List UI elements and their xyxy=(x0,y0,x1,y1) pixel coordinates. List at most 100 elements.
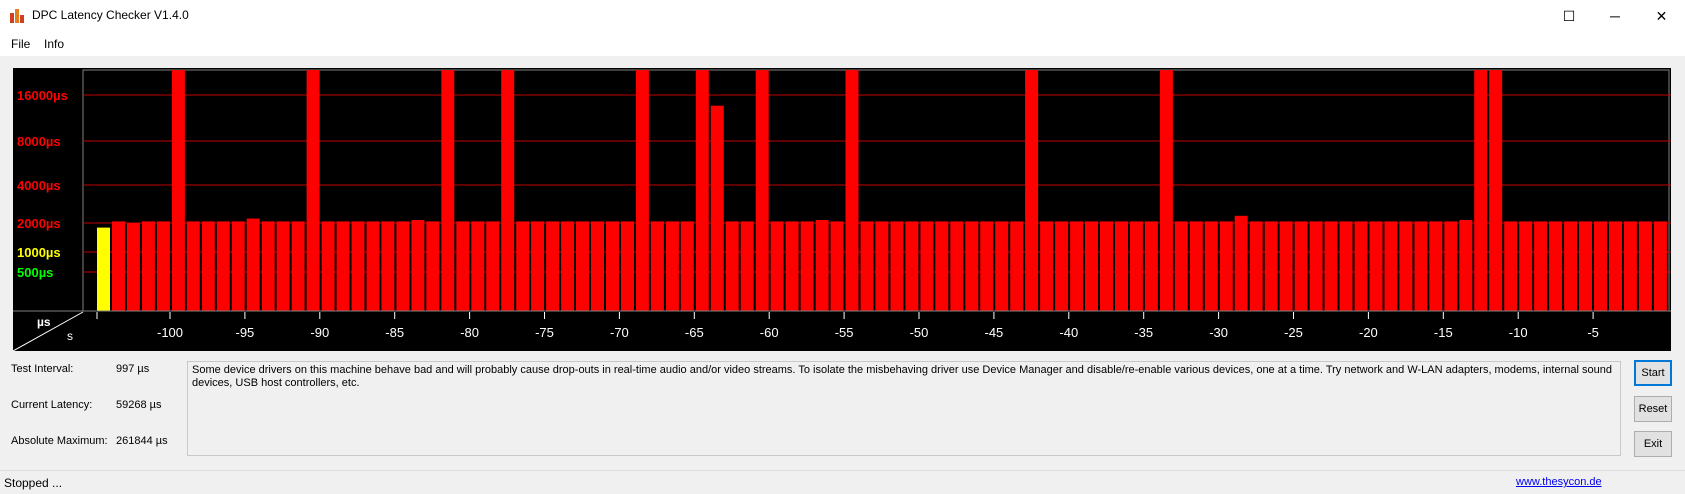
latency-bar xyxy=(995,221,1009,311)
minimize-icon: ─ xyxy=(1610,8,1620,24)
latency-bar xyxy=(695,70,709,311)
latency-bar xyxy=(351,221,365,311)
current-latency-label: Current Latency: xyxy=(11,399,93,411)
x-tick-label: -70 xyxy=(610,325,629,340)
latency-bar xyxy=(546,221,560,311)
latency-bar xyxy=(1040,221,1054,311)
maximize-icon: ☐ xyxy=(1562,7,1576,24)
latency-bar xyxy=(1189,221,1203,311)
close-button[interactable]: ✕ xyxy=(1638,0,1685,32)
x-tick-label: -5 xyxy=(1587,325,1599,340)
latency-bar xyxy=(905,221,919,311)
latency-bar xyxy=(1369,221,1383,311)
latency-chart: 16000µs 8000µs 4000µs 2000µs 1000µs 500µs µs s -… xyxy=(12,69,1671,352)
y-axis-label: 4000µs xyxy=(17,178,61,193)
menu-info[interactable]: Info xyxy=(44,37,64,51)
latency-bar xyxy=(770,221,784,311)
latency-bar xyxy=(306,70,320,311)
reset-button[interactable]: Reset xyxy=(1634,396,1672,422)
x-tick-label: -50 xyxy=(910,325,929,340)
corner-unit-bottom: s xyxy=(67,329,73,343)
latency-bar xyxy=(621,221,634,311)
latency-bar xyxy=(860,221,874,311)
latency-bar xyxy=(1399,221,1413,311)
latency-bar xyxy=(1264,221,1278,311)
latency-bar xyxy=(246,218,260,311)
latency-bar xyxy=(1129,221,1143,311)
latency-bar xyxy=(1519,221,1533,311)
latency-bar xyxy=(1339,221,1353,311)
latency-bar xyxy=(156,221,170,311)
latency-bar xyxy=(665,221,679,311)
exit-button[interactable]: Exit xyxy=(1634,431,1672,457)
latency-bar xyxy=(1579,221,1592,311)
latency-bar xyxy=(501,70,515,311)
latency-bar xyxy=(486,221,500,311)
latency-bar xyxy=(1025,70,1039,311)
latency-bar xyxy=(950,221,964,311)
window-title: DPC Latency Checker V1.4.0 xyxy=(32,8,189,22)
latency-bar xyxy=(336,221,350,311)
latency-bar xyxy=(1279,221,1293,311)
latency-bar xyxy=(231,221,245,311)
maximize-button[interactable]: ☐ xyxy=(1546,0,1592,32)
latency-bar xyxy=(426,221,440,311)
latency-bar xyxy=(1159,70,1173,311)
latency-bar xyxy=(1534,221,1548,311)
latency-bar xyxy=(635,70,649,311)
absolute-maximum-label: Absolute Maximum: xyxy=(11,435,108,447)
latency-bar xyxy=(1070,221,1084,311)
menu-bar: File Info xyxy=(0,32,1685,56)
latency-bar xyxy=(1249,221,1263,311)
website-link[interactable]: www.thesycon.de xyxy=(1516,476,1602,488)
x-tick-label: -40 xyxy=(1059,325,1078,340)
latency-bar xyxy=(1384,221,1398,311)
absolute-maximum-value: 261844 µs xyxy=(116,435,168,447)
latency-bar xyxy=(1324,221,1338,311)
start-button[interactable]: Start xyxy=(1634,360,1672,386)
menu-file[interactable]: File xyxy=(11,37,30,51)
latency-bar xyxy=(1309,221,1323,311)
latency-bar xyxy=(800,221,814,311)
latency-bar xyxy=(1354,221,1368,311)
latency-bar xyxy=(381,221,395,311)
latency-bar xyxy=(471,221,485,311)
y-axis-label: 8000µs xyxy=(17,134,61,149)
latency-bar xyxy=(456,221,470,311)
latency-bar xyxy=(1010,221,1024,311)
latency-bar xyxy=(531,221,545,311)
latency-bar xyxy=(785,221,799,311)
latency-bar xyxy=(1653,221,1667,311)
latency-bar xyxy=(1294,221,1308,311)
latency-bar xyxy=(261,221,275,311)
latency-bar xyxy=(1085,221,1098,311)
latency-bar xyxy=(1444,221,1458,311)
latency-bar xyxy=(1055,221,1069,311)
x-tick-label: -60 xyxy=(760,325,779,340)
latency-bar xyxy=(1100,221,1113,311)
latency-bar xyxy=(755,70,769,311)
minimize-button[interactable]: ─ xyxy=(1592,0,1638,32)
latency-bar xyxy=(1609,221,1622,311)
latency-bar xyxy=(112,221,125,311)
status-text: Stopped ... xyxy=(4,476,63,490)
current-latency-value: 59268 µs xyxy=(116,399,162,411)
latency-bar xyxy=(1638,221,1652,311)
latency-bar xyxy=(1204,221,1218,311)
x-tick-label: -30 xyxy=(1209,325,1228,340)
y-axis-label: 1000µs xyxy=(17,245,61,260)
latency-bar xyxy=(321,221,335,311)
latency-bar xyxy=(561,221,575,311)
latency-bar xyxy=(291,221,305,311)
latency-bar xyxy=(97,227,110,311)
latency-bar xyxy=(980,221,994,311)
latency-bar xyxy=(710,105,724,311)
latency-bar xyxy=(680,221,694,311)
title-bar: DPC Latency Checker V1.4.0 ─ ✕ ☐ xyxy=(0,0,1685,32)
latency-bar xyxy=(1489,70,1503,311)
latency-bar xyxy=(366,221,380,311)
latency-bar xyxy=(441,70,455,311)
corner-unit-top: µs xyxy=(37,315,51,329)
latency-bar xyxy=(965,221,979,311)
latency-bar xyxy=(186,221,200,311)
